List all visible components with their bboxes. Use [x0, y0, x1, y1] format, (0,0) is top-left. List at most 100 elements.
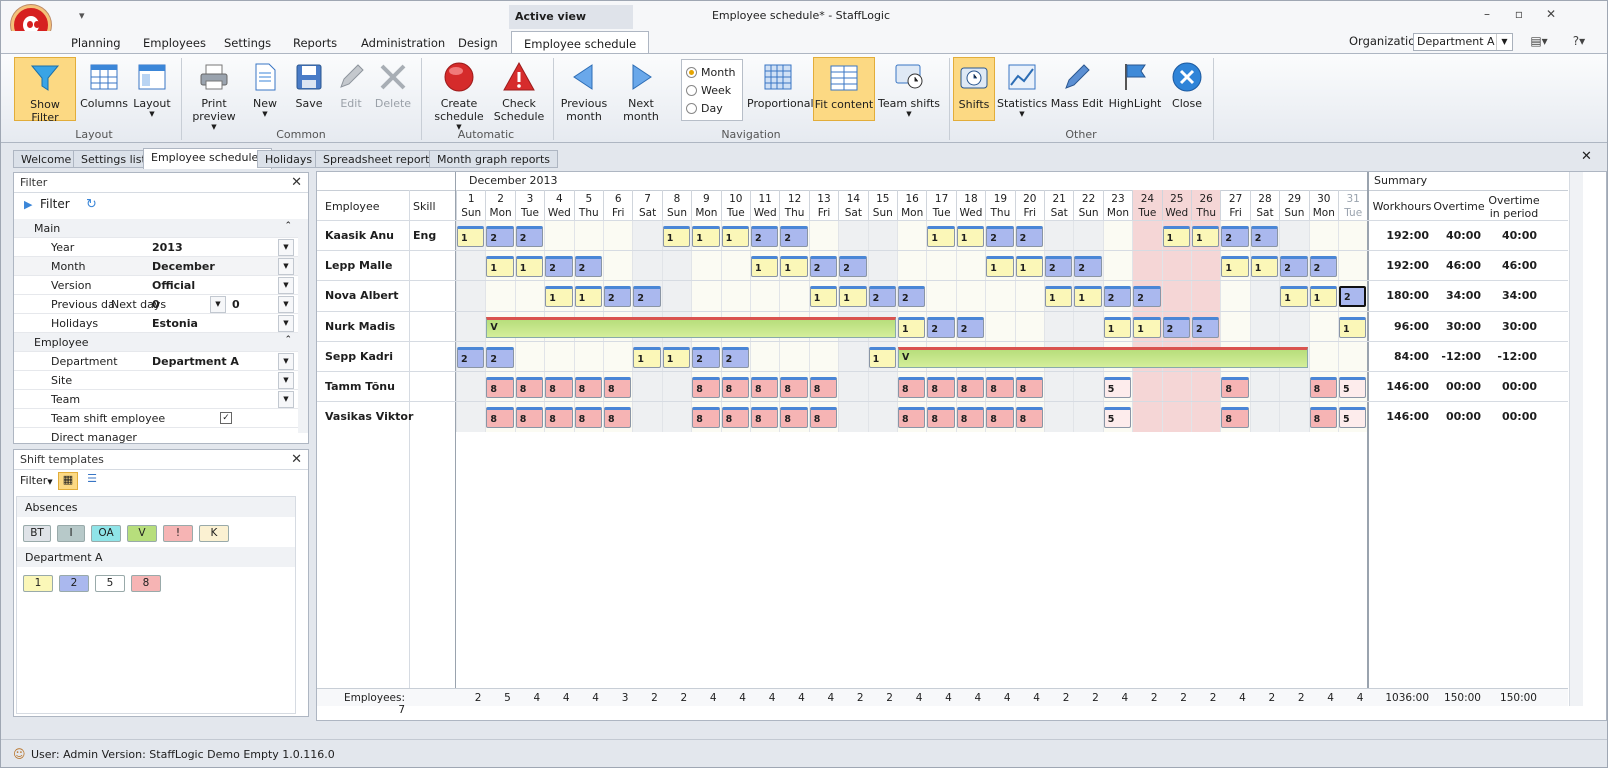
tab-employee-schedule[interactable]: Employee schedule: [511, 31, 650, 53]
create-schedule-button[interactable]: Create schedule ▼: [429, 57, 489, 131]
shift-block[interactable]: 8: [692, 407, 720, 429]
shift-block[interactable]: 2: [545, 256, 573, 278]
schedule-cell[interactable]: [1044, 311, 1074, 342]
schedule-cell[interactable]: [1161, 251, 1191, 282]
vertical-scrollbar[interactable]: [1569, 172, 1583, 706]
shift-block[interactable]: 1: [1133, 316, 1161, 338]
layout-button[interactable]: Layout ▼: [129, 57, 175, 121]
schedule-cell[interactable]: [838, 372, 868, 402]
day-header-18[interactable]: 18 Wed: [955, 190, 985, 220]
schedule-cell[interactable]: [867, 402, 897, 433]
schedule-cell[interactable]: [838, 341, 868, 372]
shift-block[interactable]: 8: [1015, 407, 1043, 429]
table-row[interactable]: Sepp Kadri V 2 2 1 1 2 2 1 84:00 -12:00 -12:00: [317, 340, 1568, 372]
doctab-employee-schedule[interactable]: Employee schedule*: [143, 148, 272, 169]
schedule-cell[interactable]: [632, 221, 662, 251]
schedule-cell[interactable]: [985, 311, 1015, 342]
shift-block[interactable]: 1: [898, 316, 926, 338]
schedule-cell[interactable]: [1102, 221, 1133, 251]
schedule-cell[interactable]: [779, 281, 809, 312]
schedule-cell[interactable]: [661, 281, 692, 312]
schedule-cell[interactable]: [456, 251, 486, 282]
day-header-4[interactable]: 4 Wed: [544, 190, 573, 220]
shift-block[interactable]: 8: [1015, 377, 1043, 398]
shift-block[interactable]: 2: [574, 256, 602, 278]
check-schedule-button[interactable]: Check Schedule: [491, 57, 547, 123]
day-header-24[interactable]: 24 Tue: [1132, 190, 1162, 220]
schedule-cell[interactable]: [1279, 402, 1309, 433]
shift-block[interactable]: 8: [574, 407, 602, 429]
schedule-cell[interactable]: [1073, 311, 1103, 342]
schedule-cell[interactable]: [1132, 221, 1162, 251]
schedule-cell[interactable]: [1132, 372, 1162, 402]
schedule-cell[interactable]: [514, 341, 545, 372]
day-header-6[interactable]: 6 Fri: [603, 190, 632, 220]
schedule-cell[interactable]: [1161, 372, 1191, 402]
shift-block[interactable]: 2: [956, 316, 985, 338]
day-header-10[interactable]: 10 Tue: [720, 190, 750, 220]
template-chip[interactable]: 2: [59, 575, 89, 592]
chevron-down-icon[interactable]: ▼: [1496, 34, 1512, 50]
chevron-down-icon[interactable]: ▼: [278, 239, 294, 256]
shift-block[interactable]: 1: [662, 346, 691, 368]
shift-block[interactable]: 2: [1339, 286, 1367, 308]
shift-block[interactable]: 2: [486, 346, 514, 368]
schedule-cell[interactable]: [691, 281, 721, 312]
shift-block[interactable]: 8: [751, 407, 779, 429]
schedule-cell[interactable]: [1132, 402, 1162, 433]
shift-block[interactable]: 5: [1339, 377, 1367, 398]
shift-block[interactable]: 8: [574, 377, 602, 398]
shift-block[interactable]: 8: [545, 377, 573, 398]
schedule-cell[interactable]: [1102, 251, 1133, 282]
shift-block[interactable]: 8: [604, 377, 632, 398]
schedule-cell[interactable]: [1161, 402, 1191, 433]
shift-block[interactable]: 8: [545, 407, 573, 429]
shift-block[interactable]: 8: [486, 407, 514, 429]
day-header-9[interactable]: 9 Mon: [691, 190, 720, 220]
previous-day-field[interactable]: 0: [152, 298, 160, 311]
shift-block[interactable]: 2: [1280, 256, 1308, 278]
filter-run-button[interactable]: ▶ Filter: [24, 197, 70, 215]
day-header-17[interactable]: 17 Tue: [926, 190, 955, 220]
save-button[interactable]: Save: [289, 57, 329, 121]
schedule-cell[interactable]: [838, 221, 868, 251]
day-header-13[interactable]: 13 Fri: [808, 190, 838, 220]
schedule-cell[interactable]: [456, 281, 486, 312]
day-header-11[interactable]: 11 Wed: [750, 190, 779, 220]
statistics-button[interactable]: Statistics ▼: [997, 57, 1047, 121]
shift-block[interactable]: 2: [839, 256, 867, 278]
shift-block[interactable]: 2: [1103, 286, 1132, 308]
schedule-cell[interactable]: [485, 281, 515, 312]
shift-block[interactable]: 2: [1221, 226, 1249, 247]
schedule-cell[interactable]: [514, 281, 545, 312]
shift-block[interactable]: 1: [1280, 286, 1308, 308]
day-header-23[interactable]: 23 Mon: [1102, 190, 1132, 220]
schedule-cell[interactable]: [544, 221, 574, 251]
day-header-16[interactable]: 16 Mon: [897, 190, 926, 220]
shift-block[interactable]: 2: [898, 286, 926, 308]
shift-block[interactable]: 2: [809, 256, 838, 278]
layout-switch-icon[interactable]: ▤▾: [1529, 34, 1549, 50]
close-icon[interactable]: ✕: [291, 452, 302, 467]
schedule-cell[interactable]: [603, 221, 633, 251]
shift-block[interactable]: 1: [868, 346, 896, 368]
shift-block[interactable]: 1: [721, 226, 749, 247]
team-shifts-button[interactable]: Team shifts ▼: [877, 57, 941, 121]
table-row[interactable]: Vasikas Viktor 8 8 8 8 8 8 8 8 8 8 8 8 8 8 8 5 8 8 5 146:00 0…: [317, 401, 1568, 433]
print-preview-button[interactable]: Print preview ▼: [187, 57, 241, 131]
close-icon[interactable]: ✕: [291, 175, 302, 190]
maximize-icon[interactable]: ▫: [1509, 7, 1529, 23]
schedule-cell[interactable]: [897, 251, 927, 282]
shift-block[interactable]: 2: [927, 316, 955, 338]
doctab-settings-list[interactable]: Settings list: [73, 150, 154, 168]
schedule-cell[interactable]: [808, 341, 839, 372]
table-row[interactable]: Kaasik Anu Eng 1 2 2 1 1 1 2 2 1 1 2 2 1 1 2 2 192:00 40:00…: [317, 220, 1568, 251]
table-row[interactable]: Lepp Malle 1 1 2 2 1 1 2 2 1 1 2 2 1 1 2 2 192:00 46:00 46:…: [317, 250, 1568, 282]
day-header-27[interactable]: 27 Fri: [1220, 190, 1249, 220]
doctab-spreadsheet-reports[interactable]: Spreadsheet reports: [315, 150, 444, 168]
schedule-cell[interactable]: [1044, 221, 1074, 251]
shift-block[interactable]: 1: [486, 256, 514, 278]
fit-content-button[interactable]: Fit content: [813, 57, 875, 121]
schedule-cell[interactable]: [1073, 221, 1103, 251]
chevron-down-icon[interactable]: ▼: [278, 277, 294, 294]
